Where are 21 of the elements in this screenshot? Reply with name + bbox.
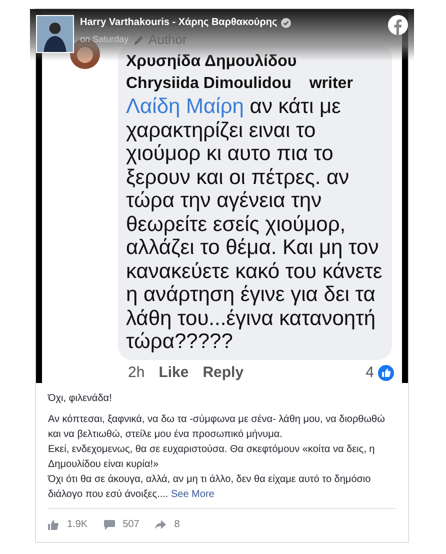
reaction-count: 4 bbox=[366, 363, 374, 383]
commenter-name[interactable]: Χρυσηίδα Δημουλίδου bbox=[126, 53, 297, 70]
avatar[interactable] bbox=[36, 15, 74, 53]
speech-bubble-icon bbox=[104, 520, 115, 530]
commenter-name[interactable]: Chrysiida Dimoulidou bbox=[126, 75, 292, 92]
shares-count: 8 bbox=[174, 518, 180, 532]
arrow-icon bbox=[155, 520, 166, 529]
author-name[interactable]: Harry Varthakouris - Χάρης Βαρθακούρης bbox=[80, 15, 278, 30]
comment-text: Λαίδη Μαίρη αν κάτι με χαρακτηρίζει ειναι το χιούμορ κι αυτο πια το ξερουν και οι πέτρες. αν τώρα την αγένεια την θεωρείτε εσείς χιούμορ, αλλάζει το θέμα. Και μη τον κανακεύετε κακό του κάνετε η ανάρτηση έγινε για δει τα λάθη του...έγινα κατανοητή τώρα????? bbox=[126, 95, 384, 354]
post-text: Αν κόπτεσαι, ξαφνικά, να δω τα -σύμφωνα με σένα- λάθη μου, να διορθωθώ και να βελτιωθώ, στείλε μου ένα προσωπικό μήνυμα. Εκεί, ενδεχομενως, θα σε ευχαριστούσα. Θα σκεφτόμουν «κοίτα να δεις, η Δημουλίδου είναι κυρία!» Όχι ότι θα σε άκουγα, αλλά, αν μη τι άλλο, δεν θα είχαμε αυτό το δημόσιο διάλογο που εσύ άνοιξες.... See More bbox=[48, 413, 386, 502]
likes-count: 1.9K bbox=[67, 518, 88, 532]
writer-label: writer bbox=[309, 75, 353, 92]
post-text: Όχι, φιλενάδα! bbox=[48, 392, 113, 406]
comments-count: 507 bbox=[122, 518, 140, 532]
comment-action-link[interactable]: Like bbox=[158, 362, 189, 383]
thumbs-up-icon bbox=[48, 520, 59, 530]
comment-time: 2h bbox=[128, 363, 145, 383]
see-more-link[interactable]: See More bbox=[170, 489, 214, 500]
comment-action-link[interactable]: Reply bbox=[202, 362, 244, 383]
mention-link[interactable]: Λαίδη Μαίρη bbox=[126, 95, 244, 118]
post-time[interactable]: on Saturday bbox=[80, 33, 129, 46]
